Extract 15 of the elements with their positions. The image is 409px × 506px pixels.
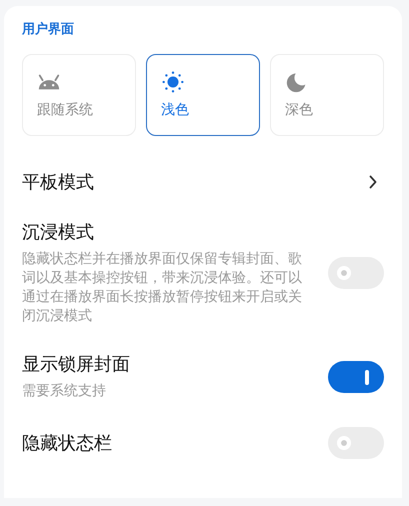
toggle-switch[interactable]	[328, 360, 384, 392]
tablet-mode-row[interactable]: 平板模式	[22, 170, 384, 194]
theme-option[interactable]: 深色	[270, 54, 384, 136]
toggle-switch[interactable]	[328, 427, 384, 459]
theme-option[interactable]: 浅色	[146, 54, 260, 136]
setting-description: 需要系统支持	[22, 382, 107, 401]
setting-title: 隐藏状态栏	[22, 432, 113, 455]
toggle-switch[interactable]	[328, 257, 384, 289]
sun-icon	[161, 71, 185, 93]
setting-title: 沉浸模式	[22, 221, 95, 244]
chevron-right-icon	[369, 175, 377, 189]
section-title: 用户界面	[22, 20, 75, 38]
theme-option[interactable]: 跟随系统	[22, 54, 136, 136]
setting-description: 隐藏状态栏并在播放界面仅保留专辑封面、歌词以及基本操控按钮，带来沉浸体验。还可以通过在播放界面长按播放暂停按钮来开启或关闭沉浸模式	[22, 250, 303, 326]
setting-title: 显示锁屏封面	[22, 353, 131, 376]
